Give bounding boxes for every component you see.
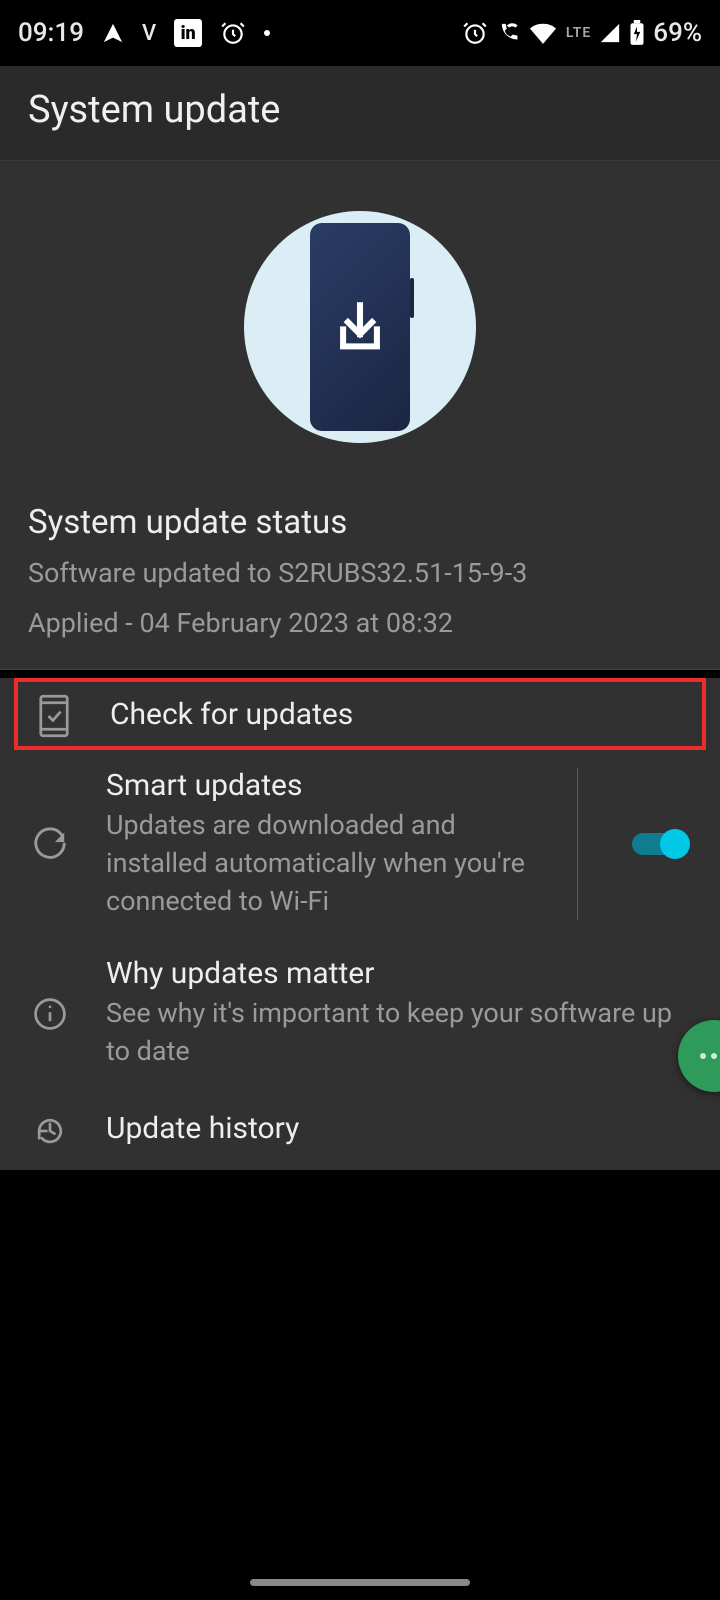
smart-updates-item[interactable]: Smart updates Updates are downloaded and…: [0, 758, 720, 936]
smart-updates-desc: Updates are downloaded and installed aut…: [106, 807, 553, 920]
why-updates-title: Why updates matter: [106, 956, 692, 991]
battery-charging-icon: [629, 20, 645, 46]
page-title: System update: [28, 88, 692, 132]
info-icon: [28, 996, 72, 1032]
wifi-icon: [530, 22, 556, 44]
phone-illustration: [310, 223, 410, 431]
linkedin-icon: in: [174, 19, 202, 47]
status-section: System update status Software updated to…: [0, 161, 720, 670]
smart-updates-title: Smart updates: [106, 768, 553, 803]
status-heading: System update status: [28, 503, 692, 542]
nav-handle[interactable]: [250, 1579, 470, 1586]
options-list: Check for updates Smart updates Updates …: [0, 678, 720, 1170]
send-icon: [102, 22, 124, 44]
more-notifications-dot: [264, 30, 270, 36]
alarm-icon: [462, 20, 488, 46]
letter-v-icon: V: [142, 21, 156, 46]
history-icon: [28, 1113, 72, 1149]
smart-updates-toggle[interactable]: [632, 826, 692, 862]
software-version: Software updated to S2RUBS32.51-15-9-3: [28, 556, 692, 591]
applied-date: Applied - 04 February 2023 at 08:32: [28, 607, 692, 639]
status-bar: 09:19 V in LTE 69%: [0, 0, 720, 66]
hero-illustration: [244, 211, 476, 443]
status-time: 09:19: [18, 18, 84, 48]
wifi-calling-icon: [496, 20, 522, 46]
check-updates-label: Check for updates: [110, 697, 688, 732]
why-updates-item[interactable]: Why updates matter See why it's importan…: [0, 936, 720, 1091]
battery-percent: 69%: [653, 18, 702, 48]
alarm-icon: [220, 20, 246, 46]
download-icon: [331, 298, 389, 356]
update-history-title: Update history: [106, 1111, 692, 1146]
lte-label: LTE: [566, 25, 591, 41]
screen-header: System update: [0, 66, 720, 161]
check-updates-item[interactable]: Check for updates: [14, 678, 706, 750]
signal-icon: [599, 22, 621, 44]
update-history-item[interactable]: Update history: [0, 1091, 720, 1170]
why-updates-desc: See why it's important to keep your soft…: [106, 995, 692, 1071]
phone-check-icon: [32, 694, 76, 738]
refresh-icon: [28, 825, 72, 863]
